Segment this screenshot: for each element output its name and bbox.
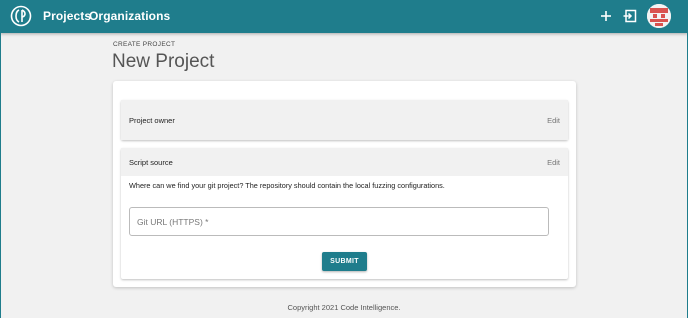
user-avatar[interactable] xyxy=(647,4,671,28)
left-border xyxy=(0,33,1,318)
script-source-edit-link[interactable]: Edit xyxy=(547,158,560,167)
submit-button[interactable]: SUBMIT xyxy=(322,252,367,271)
breadcrumb: CREATE PROJECT xyxy=(113,41,176,48)
git-help-text: Where can we find your git project? The … xyxy=(129,181,445,190)
script-source-panel: Script source Edit Where can we find you… xyxy=(121,148,568,279)
plus-icon[interactable] xyxy=(598,8,614,24)
avatar-icon xyxy=(647,4,671,28)
page-title: New Project xyxy=(112,51,215,72)
git-url-field[interactable] xyxy=(129,207,549,236)
script-source-header[interactable]: Script source Edit xyxy=(121,148,568,176)
nav-organizations-link[interactable]: Organizations xyxy=(89,9,170,23)
create-project-card: Project owner Edit Script source Edit Wh… xyxy=(113,81,576,287)
top-app-bar: Projects Organizations xyxy=(0,0,688,33)
project-owner-label: Project owner xyxy=(129,116,175,125)
footer-copyright: Copyright 2021 Code Intelligence. xyxy=(287,303,401,312)
logo-icon[interactable] xyxy=(10,5,32,27)
script-source-label: Script source xyxy=(129,158,173,167)
project-owner-panel[interactable]: Project owner Edit xyxy=(121,100,568,140)
project-owner-header[interactable]: Project owner Edit xyxy=(121,100,568,140)
nav-projects-link[interactable]: Projects xyxy=(43,9,91,23)
project-owner-edit-link[interactable]: Edit xyxy=(547,116,560,125)
login-icon[interactable] xyxy=(622,8,638,24)
